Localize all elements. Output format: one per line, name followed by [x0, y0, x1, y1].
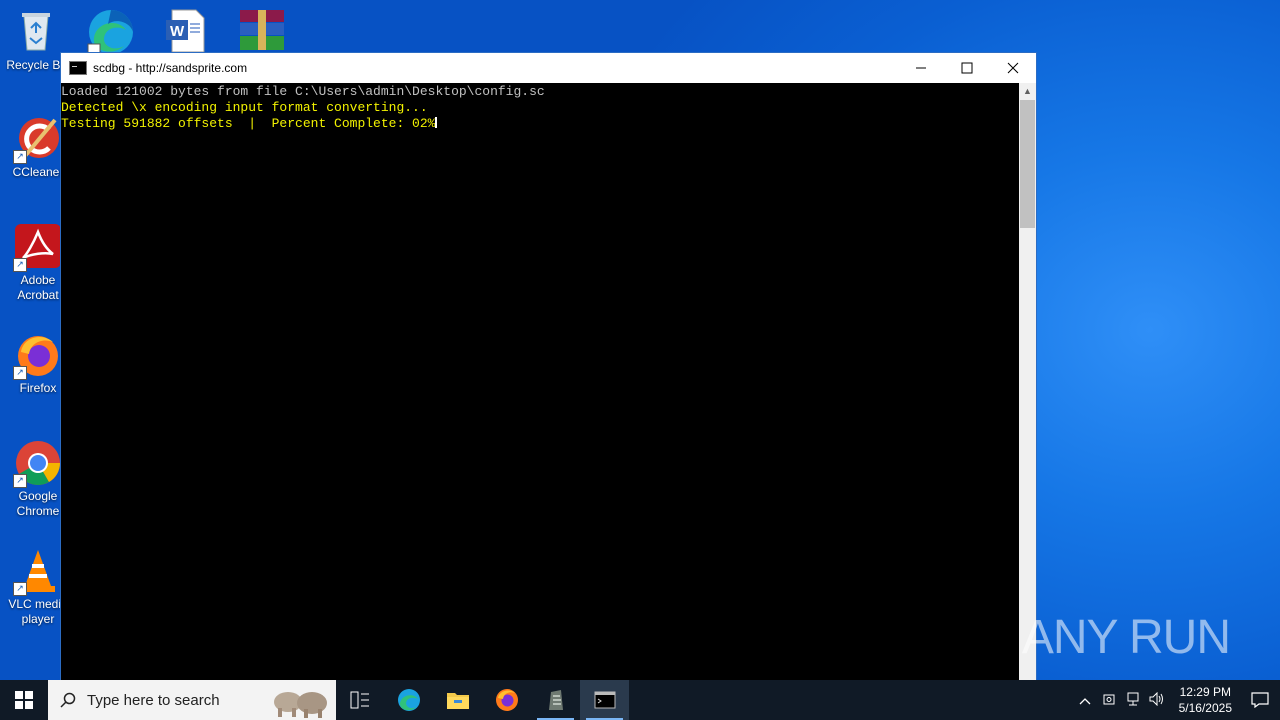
console-taskbar-icon: [594, 691, 615, 709]
console-line-1: Loaded 121002 bytes from file C:\Users\a…: [61, 84, 545, 99]
svg-text:W: W: [170, 23, 185, 40]
google-chrome-icon: ↗: [13, 440, 61, 488]
windows-logo-icon: [15, 691, 33, 709]
console-window[interactable]: scdbg - http://sandsprite.com Loaded 121…: [60, 52, 1037, 682]
firefox-taskbar-icon: [495, 689, 518, 711]
maximize-icon: [961, 62, 973, 74]
system-tray: 12:29 PM 5/16/2025: [1073, 680, 1280, 720]
ccleaner-label: CCleaner: [12, 165, 64, 179]
anyrun-watermark: ANY RUN: [1021, 611, 1231, 664]
edge-icon[interactable]: [86, 8, 134, 57]
shortcut-arrow-icon: ↗: [13, 150, 27, 164]
shortcut-arrow-icon: ↗: [13, 258, 27, 272]
google-chrome-label: Google Chrome: [16, 489, 60, 518]
taskbar-console[interactable]: [580, 680, 629, 720]
network-icon[interactable]: [1121, 692, 1145, 709]
vlc-cone-icon: ↗: [13, 548, 61, 596]
elephants-search-highlight-icon: [274, 692, 327, 718]
taskbar-clock[interactable]: 12:29 PM 5/16/2025: [1179, 684, 1232, 716]
start-button[interactable]: [0, 680, 48, 720]
vertical-scrollbar[interactable]: ▲: [1019, 83, 1036, 681]
taskbar-edge[interactable]: [384, 680, 433, 720]
notification-center-button[interactable]: [1240, 680, 1280, 720]
show-hidden-icons-chevron-icon[interactable]: [1073, 693, 1097, 708]
text-cursor: [435, 117, 438, 128]
adobe-acrobat-label: Adobe Acrobat: [17, 273, 59, 302]
firefox-label: Firefox: [19, 381, 57, 395]
task-view-button[interactable]: [336, 680, 384, 720]
folder-icon: [446, 693, 469, 709]
window-title: scdbg - http://sandsprite.com: [93, 61, 248, 75]
winrar-icon[interactable]: [238, 8, 286, 52]
vlc-label: VLC media player: [8, 597, 68, 626]
console-line-3-text: Testing 591882 offsets | Percent Complet…: [61, 116, 436, 131]
recycle-bin-icon[interactable]: [12, 8, 60, 52]
console-output[interactable]: Loaded 121002 bytes from file C:\Users\a…: [61, 83, 1019, 681]
app-running-icon: [548, 690, 563, 710]
close-button[interactable]: [990, 53, 1036, 83]
ccleaner-icon: ↗: [13, 116, 61, 164]
search-placeholder: Type here to search: [87, 691, 220, 709]
shortcut-arrow-icon: ↗: [13, 582, 27, 596]
notification-icon: [1251, 692, 1269, 708]
scroll-up-arrow-icon[interactable]: ▲: [1019, 83, 1036, 100]
close-icon: [1007, 62, 1019, 74]
scrollbar-thumb[interactable]: [1020, 100, 1035, 228]
taskbar-search-box[interactable]: Type here to search: [48, 680, 336, 720]
shortcut-arrow-icon: ↗: [13, 366, 27, 380]
action-status-icon[interactable]: [1097, 692, 1121, 709]
minimize-icon: [916, 67, 926, 69]
shortcut-arrow-icon: ↗: [13, 474, 27, 488]
adobe-acrobat-icon: ↗: [13, 224, 61, 272]
taskbar-file-explorer[interactable]: [433, 680, 482, 720]
window-titlebar[interactable]: scdbg - http://sandsprite.com: [61, 53, 1036, 83]
clock-time: 12:29 PM: [1179, 685, 1231, 699]
volume-icon[interactable]: [1145, 691, 1169, 709]
clock-date: 5/16/2025: [1178, 701, 1232, 715]
console-app-icon: [69, 61, 87, 75]
console-line-3: Testing 591882 offsets | Percent Complet…: [61, 116, 1019, 132]
maximize-button[interactable]: [944, 53, 990, 83]
edge-taskbar-icon: [397, 689, 420, 711]
taskbar: Type here to search 12:29 PM 5/16/2025: [0, 680, 1280, 720]
word-document-icon[interactable]: W: [162, 8, 210, 53]
task-view-icon: [350, 691, 369, 709]
taskbar-firefox[interactable]: [482, 680, 531, 720]
minimize-button[interactable]: [898, 53, 944, 83]
taskbar-scdbg-app[interactable]: [531, 680, 580, 720]
console-line-2: Detected \x encoding input format conver…: [61, 100, 428, 115]
search-icon: [60, 692, 76, 708]
firefox-icon: ↗: [13, 332, 61, 380]
